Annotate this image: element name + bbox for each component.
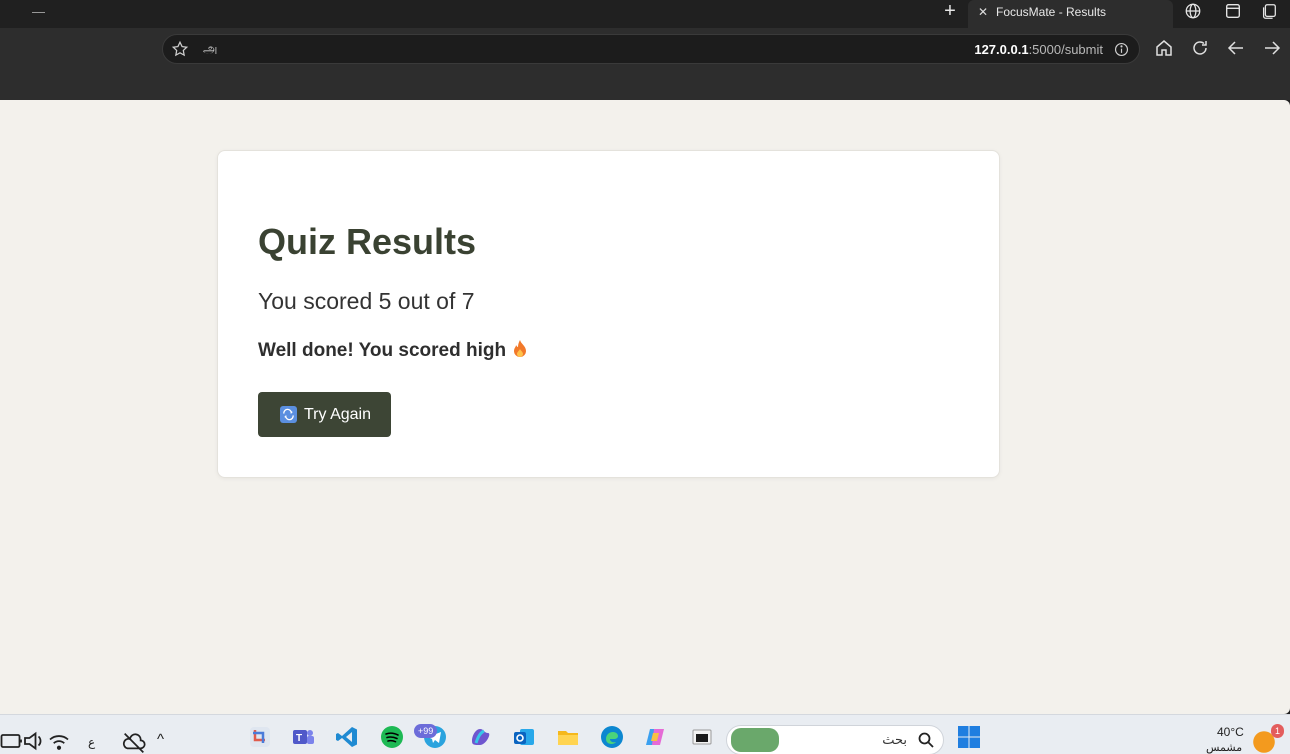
minimize-icon[interactable]: —: [32, 4, 45, 19]
address-bar[interactable]: அ 127.0.0.1:5000/submit: [162, 34, 1140, 64]
weather-temp[interactable]: 40°C: [1217, 725, 1244, 739]
title-bar: — + ✕ FocusMate - Results: [0, 0, 1290, 28]
browser-toolbar: அ 127.0.0.1:5000/submit: [0, 28, 1290, 100]
show-hidden-icons-chevron[interactable]: ^: [157, 731, 164, 748]
file-explorer-icon[interactable]: [556, 725, 580, 749]
fire-icon: [512, 339, 528, 359]
snipping-tool-icon[interactable]: [248, 725, 272, 749]
refresh-icon[interactable]: [1190, 38, 1212, 60]
terminal-app-icon[interactable]: [690, 725, 714, 749]
back-arrow-icon[interactable]: [1226, 38, 1248, 60]
telegram-badge: +99: [414, 724, 438, 738]
favorite-star-icon[interactable]: [171, 40, 189, 58]
onedrive-offline-icon[interactable]: [122, 731, 146, 753]
result-message: Well done! You scored high: [258, 339, 528, 362]
tab-focusmate-results[interactable]: ✕ FocusMate - Results: [968, 0, 1173, 28]
url-text[interactable]: 127.0.0.1:5000/submit: [974, 42, 1103, 57]
read-aloud-lang[interactable]: அ: [203, 41, 217, 58]
site-info-icon[interactable]: [1113, 41, 1131, 59]
url-host: 127.0.0.1: [974, 42, 1029, 57]
weather-sun-icon[interactable]: [1252, 730, 1275, 753]
keyboard-language[interactable]: ع: [88, 735, 95, 749]
teams-icon[interactable]: T: [291, 725, 315, 749]
windows-start-icon[interactable]: [957, 725, 981, 749]
vscode-icon[interactable]: [335, 725, 359, 749]
m365-copilot-icon[interactable]: [468, 725, 492, 749]
volume-icon[interactable]: [22, 729, 42, 751]
search-icon: [917, 731, 935, 749]
tab-title: FocusMate - Results: [996, 5, 1107, 19]
collections-icon[interactable]: [1260, 2, 1280, 22]
search-highlight-image: [731, 728, 779, 752]
repeat-icon: [280, 406, 297, 423]
taskbar-search[interactable]: بحث: [726, 725, 944, 754]
notification-badge[interactable]: 1: [1271, 724, 1285, 738]
try-again-label: Try Again: [304, 405, 371, 423]
globe-icon[interactable]: [1184, 2, 1204, 22]
split-window-icon[interactable]: [1224, 2, 1244, 22]
svg-text:T: T: [296, 733, 302, 744]
forward-arrow-icon[interactable]: [1262, 38, 1284, 60]
page-title: Quiz Results: [258, 221, 477, 262]
copilot-icon[interactable]: [644, 725, 668, 749]
edge-icon[interactable]: [600, 725, 624, 749]
url-path: :5000/submit: [1028, 42, 1103, 57]
results-card: Quiz Results You scored 5 out of 7 Well …: [217, 150, 1000, 478]
result-message-text: Well done! You scored high: [258, 340, 507, 361]
home-icon[interactable]: [1154, 38, 1176, 60]
wifi-icon[interactable]: [47, 729, 69, 750]
page-viewport: Quiz Results You scored 5 out of 7 Well …: [0, 100, 1290, 714]
new-tab-button[interactable]: +: [938, 0, 962, 24]
outlook-icon[interactable]: [512, 725, 536, 749]
weather-desc[interactable]: مشمس: [1206, 741, 1242, 754]
search-placeholder: بحث: [882, 732, 907, 747]
close-tab-icon[interactable]: ✕: [978, 5, 988, 19]
spotify-icon[interactable]: [380, 725, 404, 749]
battery-icon[interactable]: [0, 729, 22, 748]
try-again-button[interactable]: Try Again: [258, 392, 391, 437]
score-text: You scored 5 out of 7: [258, 288, 475, 314]
taskbar: ع ^ T +99 بحث 40°C مشمس 1: [0, 714, 1290, 754]
